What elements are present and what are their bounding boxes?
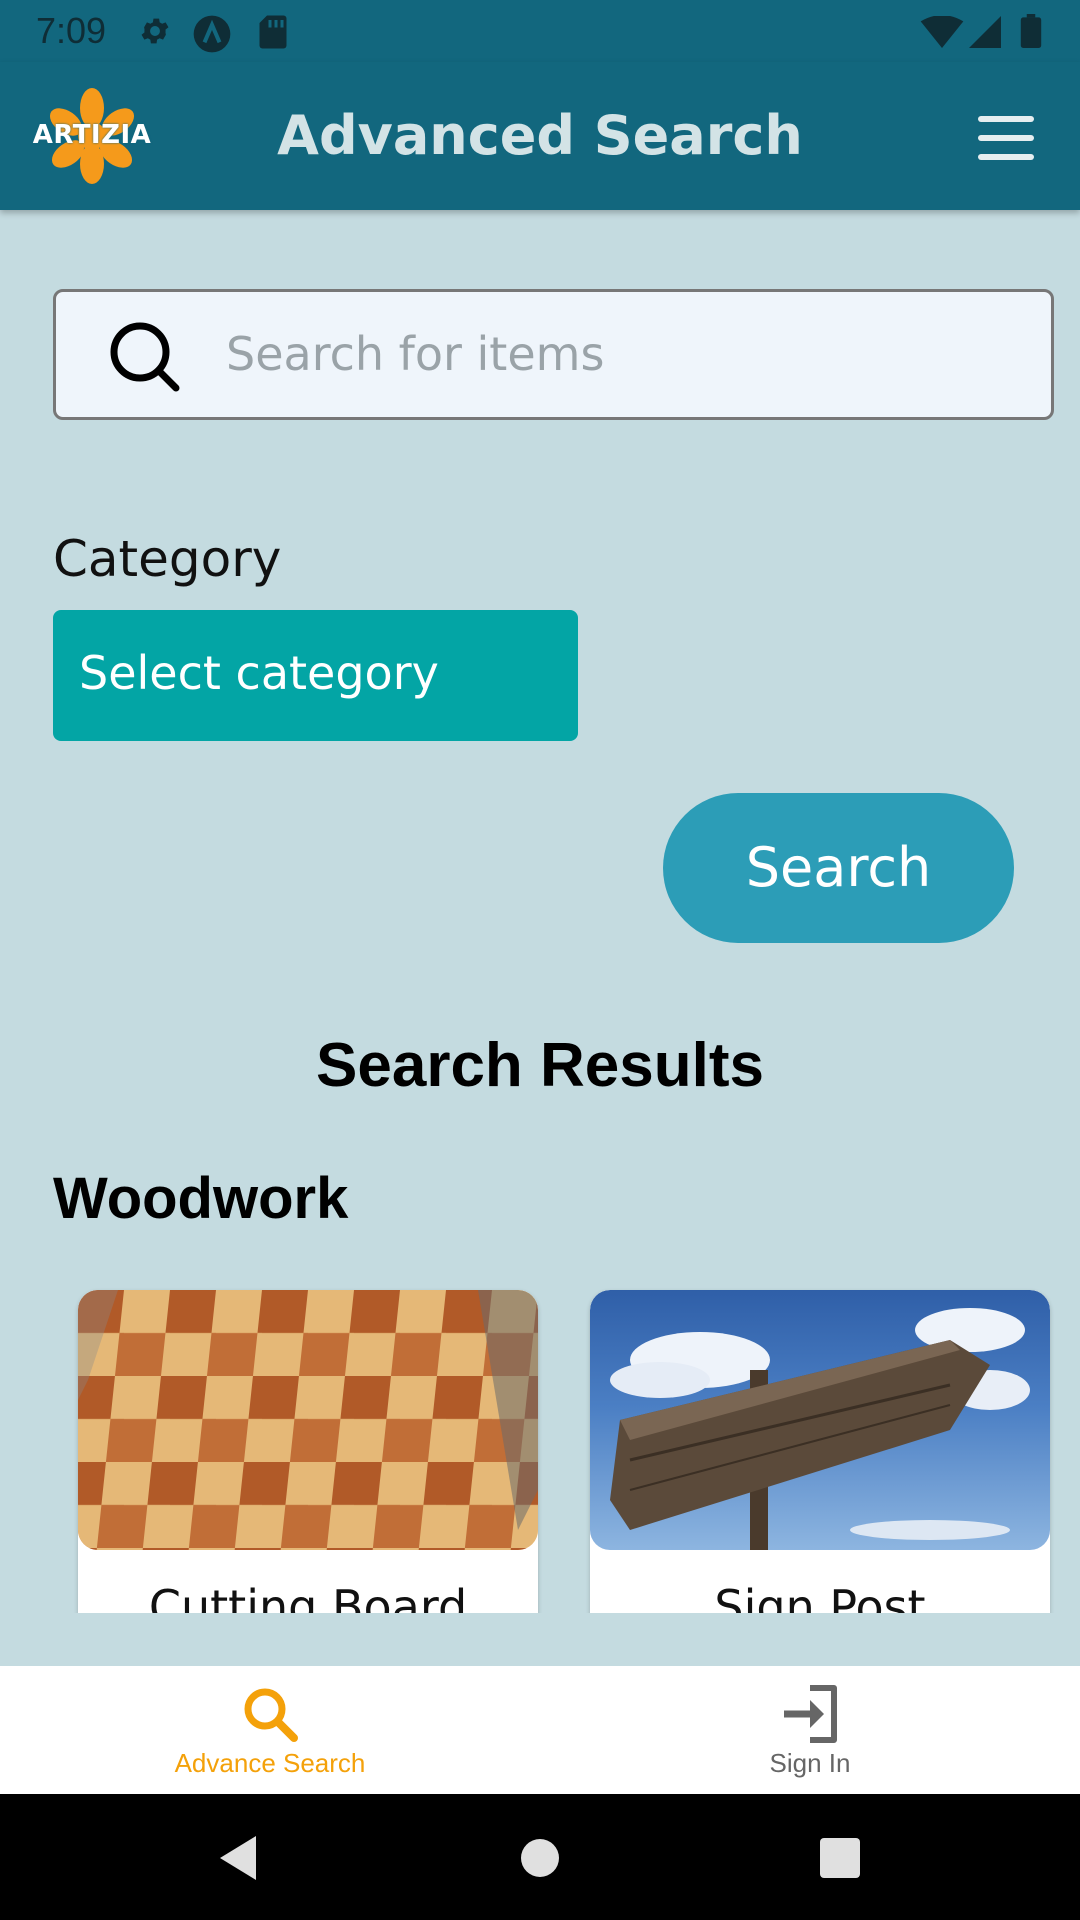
tab-advance-search[interactable]: Advance Search	[0, 1666, 540, 1794]
back-icon[interactable]	[212, 1830, 268, 1886]
sign-in-icon	[784, 1685, 837, 1743]
status-time: 7:09	[36, 10, 107, 51]
battery-icon	[1020, 14, 1042, 48]
category-select-value: Select category	[79, 646, 439, 700]
search-icon	[110, 322, 180, 392]
results-title: Search Results	[316, 1031, 764, 1100]
system-nav-bar	[0, 1794, 1080, 1920]
result-card-cutting-board[interactable]: Cutting Board	[78, 1290, 538, 1613]
page-title: Advanced Search	[277, 104, 803, 167]
wifi-icon	[920, 16, 964, 48]
cutting-board-picture	[78, 1290, 538, 1550]
tab-label: Advance Search	[174, 1748, 366, 1778]
search-field[interactable]	[53, 289, 1054, 420]
signal-icon	[969, 16, 1001, 48]
a-icon	[193, 15, 231, 53]
app-bar: ARTIZIA Advanced Search	[0, 62, 1080, 210]
hamburger-menu-icon[interactable]	[978, 116, 1036, 160]
tab-sign-in[interactable]: Sign In	[540, 1666, 1080, 1794]
sign-post-picture	[610, 1308, 1030, 1550]
card-label: Cutting Board	[148, 1580, 468, 1613]
tab-label: Sign In	[769, 1748, 851, 1778]
cutting-board-image	[78, 1290, 538, 1550]
search-input[interactable]	[226, 314, 1026, 394]
category-label: Category	[53, 530, 282, 588]
sign-post-image	[590, 1290, 1050, 1550]
result-card-sign-post[interactable]: Sign Post	[590, 1290, 1050, 1613]
search-button[interactable]: Search	[663, 793, 1014, 943]
sd-card-icon	[259, 15, 287, 49]
category-select[interactable]: Select category	[53, 610, 578, 741]
recents-icon[interactable]	[812, 1830, 868, 1886]
search-icon	[244, 1688, 298, 1742]
status-bar: 7:09	[0, 0, 1080, 62]
section-title-woodwork: Woodwork	[53, 1166, 349, 1231]
bottom-nav: Advance Search Sign In	[0, 1666, 1080, 1794]
results-carousel[interactable]: Cutting Board Sign Post	[0, 1280, 1080, 1613]
home-icon[interactable]	[512, 1830, 568, 1886]
search-button-label: Search	[745, 836, 932, 899]
gear-icon	[141, 18, 169, 44]
card-label: Sign Post	[714, 1580, 926, 1613]
